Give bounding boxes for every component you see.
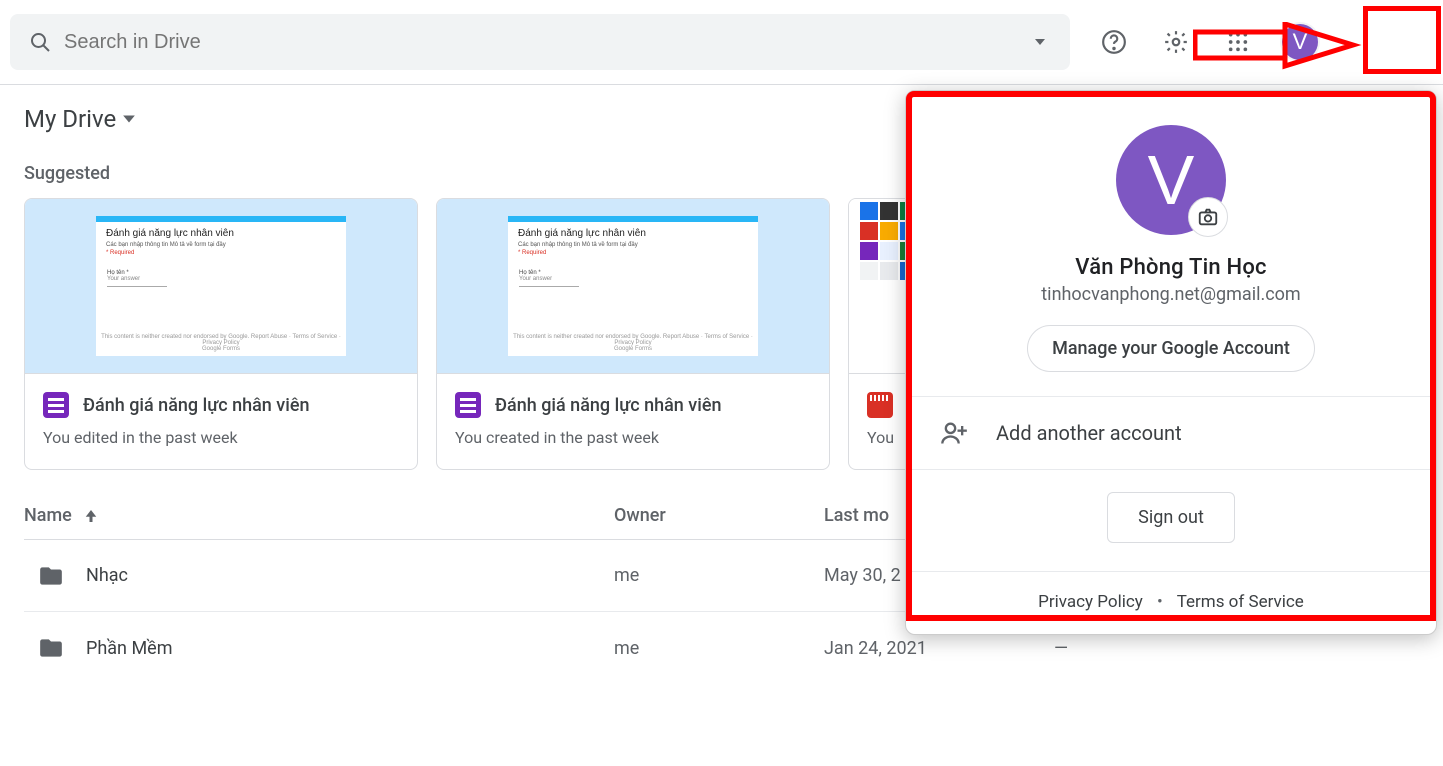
popup-avatar-wrap[interactable]: V [1116,125,1226,235]
account-popup: V Văn Phòng Tin Học tinhocvanphong.net@g… [905,90,1437,635]
chevron-down-icon [122,112,136,126]
thumb-footer2: Google Forms [508,346,758,352]
help-icon[interactable] [1094,22,1134,62]
file-name: Phần Mềm [86,638,173,659]
column-owner[interactable]: Owner [614,505,824,526]
thumb-required: * Required [518,250,748,256]
column-name[interactable]: Name [24,505,614,526]
search-icon[interactable] [18,20,62,64]
google-forms-icon [43,392,69,418]
video-icon [867,392,893,418]
thumb-title: Đánh giá năng lực nhân viên [518,228,748,239]
apps-icon[interactable] [1218,22,1258,62]
thumb-sub: Các bạn nhập thông tin Mô tả về form tại… [518,242,748,248]
annotation-avatar-highlight [1363,6,1441,74]
search-input[interactable] [62,30,1018,55]
thumb-footer1: This content is neither created nor endo… [508,334,758,346]
add-account-button[interactable]: Add another account [906,397,1436,469]
card-subtitle: You created in the past week [455,428,811,447]
person-add-icon [940,419,968,447]
card-thumbnail: Đánh giá năng lực nhân viên Các bạn nhập… [437,199,829,374]
suggested-card[interactable]: Đánh giá năng lực nhân viên Các bạn nhập… [24,198,418,470]
dot-separator: • [1157,592,1163,612]
top-bar: V [0,0,1443,85]
signout-button[interactable]: Sign out [1107,492,1235,543]
camera-icon[interactable] [1188,197,1228,237]
settings-icon[interactable] [1156,22,1196,62]
card-subtitle: You edited in the past week [43,428,399,447]
search-bar[interactable] [10,14,1070,70]
thumb-answer: Your answer [107,276,335,282]
thumb-footer2: Google Forms [96,346,346,352]
card-title: Đánh giá năng lực nhân viên [83,395,309,416]
suggested-card[interactable]: Đánh giá năng lực nhân viên Các bạn nhập… [436,198,830,470]
file-size: — [1054,638,1419,659]
thumb-required: * Required [106,250,336,256]
avatar-letter: V [1282,24,1318,60]
sort-up-icon [82,507,100,525]
file-owner: me [614,565,824,586]
breadcrumb-label: My Drive [24,105,116,133]
thumb-answer: Your answer [519,276,747,282]
privacy-policy-link[interactable]: Privacy Policy [1038,592,1143,612]
file-modified: Jan 24, 2021 [824,638,1054,659]
popup-account-email: tinhocvanphong.net@gmail.com [906,284,1436,305]
popup-account-name: Văn Phòng Tin Học [906,255,1436,280]
thumb-sub: Các bạn nhập thông tin Mô tả về form tại… [106,242,336,248]
divider [906,469,1436,470]
google-forms-icon [455,392,481,418]
folder-icon [38,563,64,589]
card-thumbnail: Đánh giá năng lực nhân viên Các bạn nhập… [25,199,417,374]
card-subtitle: You [867,428,910,447]
add-account-label: Add another account [996,421,1182,445]
thumb-footer1: This content is neither created nor endo… [96,334,346,346]
account-avatar[interactable]: V [1280,22,1320,62]
col-name-label: Name [24,505,72,526]
search-options-dropdown-icon[interactable] [1018,20,1062,64]
thumb-title: Đánh giá năng lực nhân viên [106,228,336,239]
file-owner: me [614,638,824,659]
popup-footer: Privacy Policy • Terms of Service [906,571,1436,634]
folder-icon [38,635,64,661]
terms-of-service-link[interactable]: Terms of Service [1177,592,1304,612]
file-name: Nhạc [86,565,128,586]
card-title: Đánh giá năng lực nhân viên [495,395,721,416]
top-right-icons: V [1094,22,1320,62]
manage-account-button[interactable]: Manage your Google Account [1027,325,1315,372]
